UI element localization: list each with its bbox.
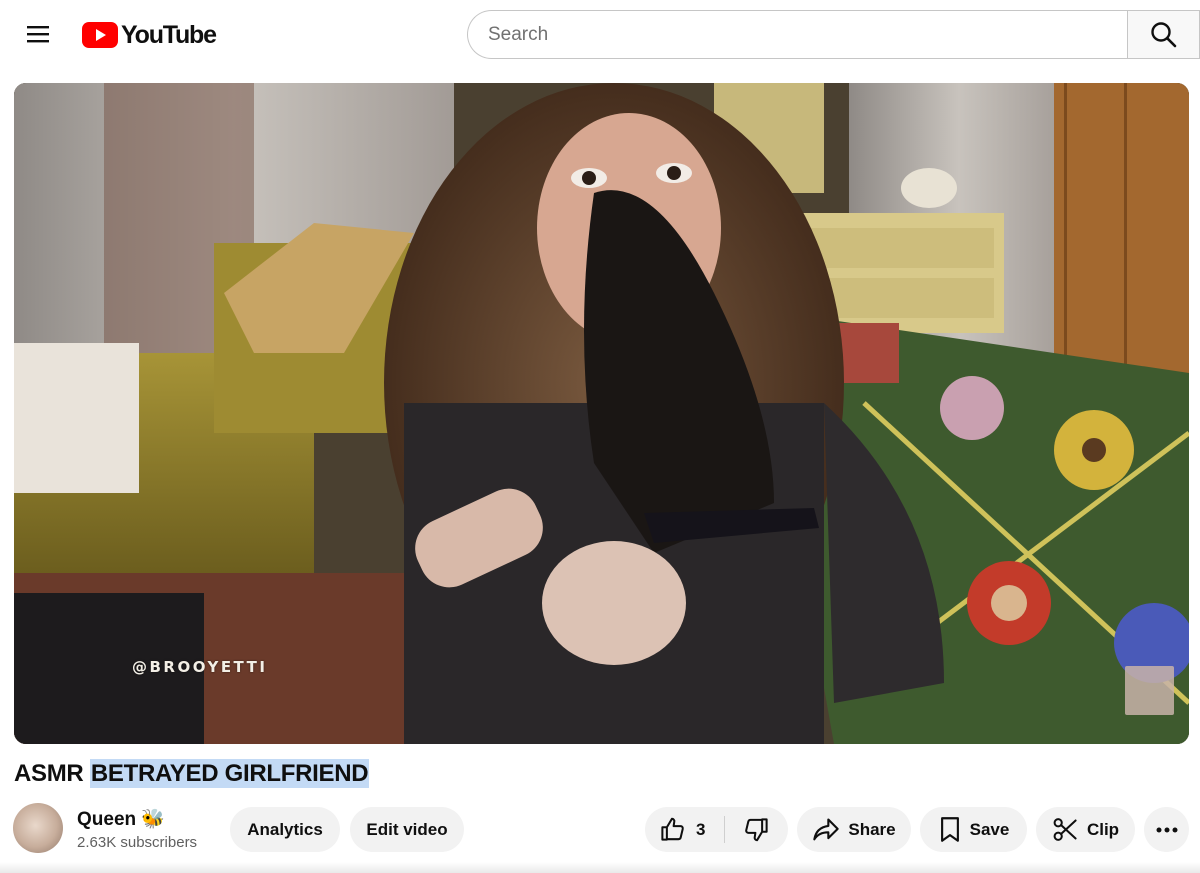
thumbs-up-icon [661,817,684,841]
youtube-logo[interactable]: YouTube [82,20,217,50]
like-button[interactable]: 3 [645,807,724,852]
edit-video-button[interactable]: Edit video [350,807,464,852]
page-bottom-fade [0,862,1200,873]
edit-video-label: Edit video [366,819,448,839]
bookmark-icon [940,817,959,842]
search-bar [467,10,1200,59]
analytics-label: Analytics [247,819,323,839]
like-count: 3 [696,819,706,839]
youtube-play-icon [82,22,118,48]
more-horizontal-icon [1156,827,1177,832]
title-prefix: ASMR [14,760,90,787]
thumbs-down-icon [745,818,768,842]
hamburger-menu-icon [27,26,49,43]
more-actions-button[interactable] [1144,807,1189,852]
share-label: Share [848,819,896,839]
search-icon [1151,22,1177,48]
save-button[interactable]: Save [920,807,1027,852]
video-frame [14,83,1189,744]
video-title: ASMR BETRAYED GIRLFRIEND [14,759,370,788]
clip-button[interactable]: Clip [1036,807,1135,852]
menu-button[interactable] [20,20,56,48]
logo-wordmark: YouTube [121,20,217,49]
video-watermark: @BROOYETTI [132,658,268,676]
channel-avatar[interactable] [13,803,63,853]
share-icon [813,817,840,840]
scissors-icon [1053,818,1077,841]
like-dislike-group: 3 [645,807,788,852]
search-input[interactable] [467,10,1127,59]
share-button[interactable]: Share [797,807,911,852]
save-label: Save [969,819,1010,839]
title-highlighted-text: BETRAYED GIRLFRIEND [89,759,370,788]
dislike-button[interactable] [725,807,788,852]
channel-name[interactable]: Queen 🐝 [77,807,165,831]
channel-watermark-logo [1125,666,1174,715]
clip-label: Clip [1086,819,1120,839]
search-button[interactable] [1127,10,1200,59]
subscriber-count: 2.63K subscribers [77,834,198,851]
analytics-button[interactable]: Analytics [230,807,340,852]
video-player[interactable]: @BROOYETTI [14,83,1189,744]
